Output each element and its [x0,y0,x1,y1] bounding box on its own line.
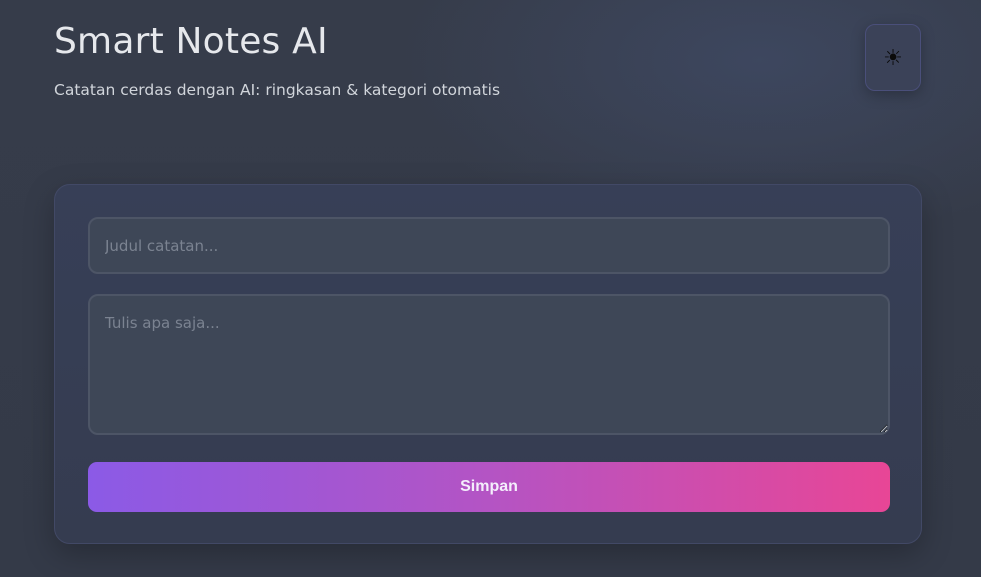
sun-icon: ☀ [883,44,903,70]
theme-toggle-button[interactable]: ☀ [865,24,921,91]
note-content-textarea[interactable] [88,294,890,435]
note-title-input[interactable] [88,217,890,274]
save-button[interactable]: Simpan [88,462,890,512]
page-subtitle: Catatan cerdas dengan AI: ringkasan & ka… [54,81,501,99]
note-form-card: Simpan [54,184,922,544]
page-title: Smart Notes AI [54,21,328,62]
header: Smart Notes AI Catatan cerdas dengan AI:… [54,18,500,100]
